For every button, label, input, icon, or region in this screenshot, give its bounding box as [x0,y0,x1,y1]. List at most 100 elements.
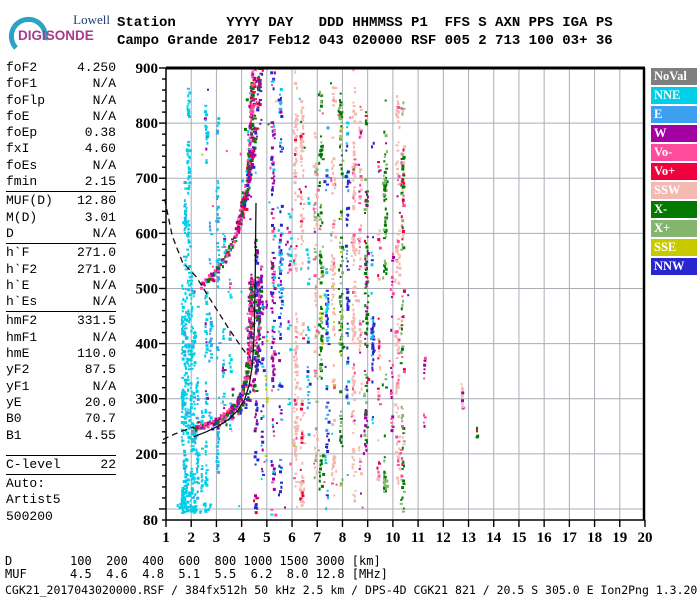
legend-item-nnw: NNW [651,258,697,275]
param-label: h`F2 [6,261,38,277]
param-row-hmf2: hmF2 331.5 [6,313,116,329]
param-label: yE [6,394,22,410]
param-label: D [6,225,14,241]
x-tick-label: 8 [339,530,347,546]
param-row-foe: foE N/A [6,109,116,125]
auto-scaling-line: Artist5 [6,492,61,508]
param-value: 0.38 [84,125,116,141]
param-value: 4.55 [84,427,116,443]
param-row-hme: hmE 110.0 [6,346,116,362]
param-row-hes: h`Es N/A [6,294,116,310]
x-tick-label: 14 [486,530,502,546]
x-tick-label: 20 [637,530,652,546]
legend-item-ssw: SSW [651,182,697,199]
param-row-mufd: MUF(D) 12.80 [6,193,116,209]
param-value: 331.5 [76,313,116,329]
x-tick-label: 15 [511,530,526,546]
param-label: foFlp [6,92,46,108]
legend-item-vo: Vo+ [651,163,697,180]
param-row-fof1: foF1 N/A [6,76,116,92]
x-tick-label: 5 [263,530,271,546]
param-label: h`Es [6,294,38,310]
logo-digisonde-text: DIGISONDE [18,28,94,43]
param-row-clevel: C-level 22 [6,457,116,473]
param-label: fmin [6,174,38,190]
param-value: N/A [92,378,116,394]
param-label: hmF1 [6,329,38,345]
param-label: MUF(D) [6,193,53,209]
y-tick-label: 80 [143,513,158,529]
param-value: 4.60 [84,141,116,157]
ionogram-canvas: 900800700600500400300200801 2 3 4 5 6 7 8 9 10 11 1… [136,61,653,546]
legend-item-e: E [651,106,697,123]
legend-item-vo: Vo- [651,144,697,161]
param-label: B1 [6,427,22,443]
param-row-b0: B0 70.7 [6,411,116,427]
param-value: 20.0 [84,394,116,410]
auto-scaling-line: 500200 [6,508,53,524]
doppler-direction-legend: NoVal NNE E W Vo- Vo+ SSW X- X+ SSE NNW [651,68,697,277]
param-value: 110.0 [76,346,116,362]
param-label: foF1 [6,76,38,92]
x-tick-label: 6 [288,530,296,546]
y-tick-label: 700 [136,171,159,187]
param-value: 12.80 [76,193,116,209]
param-label: M(D) [6,209,38,225]
param-value: N/A [92,76,116,92]
param-value: 2.15 [84,174,116,190]
param-value: 87.5 [84,362,116,378]
scaled-parameters-panel: foF2 4.250 foF1 N/A foFlp N/A foE N/A foEp 0.38 fx… [6,60,116,525]
param-label: fxI [6,141,30,157]
x-tick-label: 9 [364,530,372,546]
param-label: h`F [6,245,30,261]
muf-row: MUF 4.5 4.6 4.8 5.1 5.5 6.2 8.0 12.8 [MH… [5,567,388,581]
file-info-line: CGK21_2017043020000.RSF / 384fx512h 50 k… [5,583,698,597]
param-label: hmE [6,346,30,362]
x-tick-label: 10 [385,530,400,546]
param-value: N/A [92,108,116,124]
param-label: C-level [6,456,61,472]
param-label: foEp [6,125,38,141]
x-tick-label: 18 [587,530,602,546]
legend-item-noval: NoVal [651,68,697,85]
param-row-foflp: foFlp N/A [6,93,116,109]
param-row-fof2: foF2 4.250 [6,60,116,76]
param-label: foE [6,108,30,124]
param-row-d: D N/A [6,226,116,242]
param-value: 22 [100,456,116,472]
separator-line [6,311,116,313]
y-tick-label: 900 [136,61,159,77]
ionogram-plot: 900 800 700 600 500 400 300 200 80 1 2 3 4 5 6 7 8 9 10 11 1… [125,60,657,560]
param-label: hmF2 [6,313,38,329]
param-row-b1: B1 4.55 [6,428,116,444]
param-value: N/A [92,92,116,108]
param-row-hmf1: hmF1 N/A [6,330,116,346]
header-field-values: Campo Grande 2017 Feb12 043 020000 RSF 0… [117,33,613,49]
param-value: 271.0 [76,245,116,261]
param-label: B0 [6,411,22,427]
ionogram-page: Lowell DIGISONDE Station YYYY DAY DDD HH… [0,0,700,600]
param-row-fmin: fmin 2.15 [6,174,116,190]
param-value: 70.7 [84,411,116,427]
x-tick-label: 11 [411,530,425,546]
separator-line [6,191,116,193]
param-label: yF1 [6,378,30,394]
param-row-md: M(D) 3.01 [6,210,116,226]
x-tick-label: 7 [314,530,322,546]
param-label: foEs [6,157,38,173]
param-row-fxi: fxI 4.60 [6,141,116,157]
y-tick-label: 600 [136,226,159,242]
y-tick-label: 400 [136,337,159,353]
x-tick-label: 17 [562,530,578,546]
legend-item-x: X- [651,201,697,218]
separator-line [6,243,116,245]
param-row-hf2: h`F2 271.0 [6,262,116,278]
x-tick-label: 1 [162,530,170,546]
y-tick-label: 500 [136,281,159,297]
param-value: 271.0 [76,261,116,277]
param-value: N/A [92,225,116,241]
legend-item-sse: SSE [651,239,697,256]
legend-item-nne: NNE [651,87,697,104]
param-label: foF2 [6,60,38,75]
param-value: N/A [92,277,116,293]
